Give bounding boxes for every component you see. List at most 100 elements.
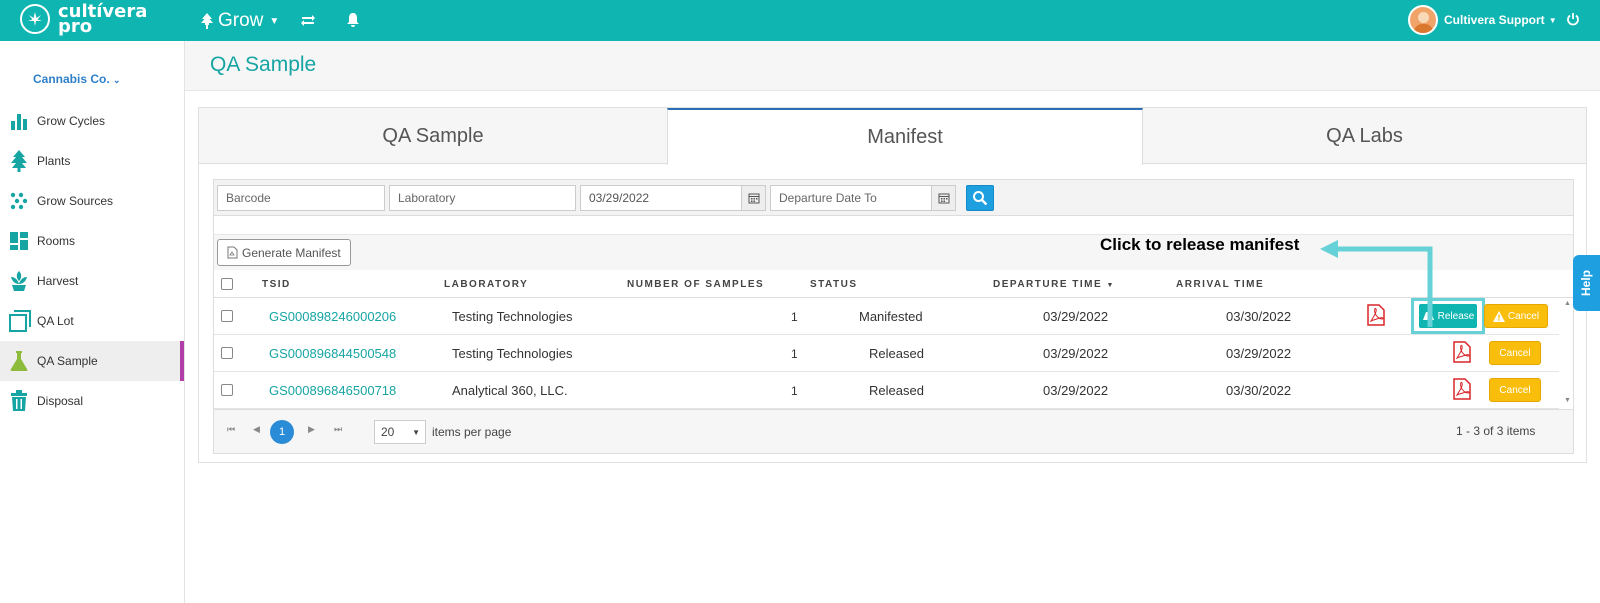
cancel-label: Cancel (1499, 384, 1531, 396)
sidebar-item-label: Disposal (37, 394, 84, 408)
sidebar-item-label: Grow Sources (37, 194, 114, 208)
sidebar-item-qa-sample[interactable]: QA Sample (0, 341, 184, 381)
barcode-filter[interactable]: Barcode (217, 185, 385, 211)
help-label: Help (1579, 269, 1594, 297)
company-selector[interactable]: Cannabis Co. ⌄ (33, 72, 121, 86)
cultivera-pro-logo[interactable]: cultívera pro (20, 3, 147, 36)
filter-bar: Barcode Laboratory 03/29/2022 Departure … (214, 180, 1573, 216)
header-departure-time-label: DEPARTURE TIME (993, 279, 1103, 290)
header-arrival-time[interactable]: ARRIVAL TIME (1176, 279, 1264, 290)
current-page-button[interactable]: 1 (270, 420, 294, 444)
tab-manifest[interactable]: Manifest (667, 108, 1143, 165)
annotation-label: Click to release manifest (1100, 235, 1300, 254)
cancel-label: Cancel (1499, 347, 1531, 359)
bell-icon[interactable] (346, 12, 362, 28)
laboratory-filter[interactable]: Laboratory (389, 185, 576, 211)
status-cell: Manifested (859, 309, 923, 324)
calendar-icon[interactable] (932, 185, 956, 211)
tsid-link[interactable]: GS000898246000206 (269, 309, 396, 324)
annotation-arrow-icon (1320, 240, 1433, 327)
sidebar-item-grow-sources[interactable]: Grow Sources (0, 181, 184, 221)
arrival-cell: 03/29/2022 (1226, 346, 1292, 361)
sidebar-item-plants[interactable]: Plants (0, 141, 184, 181)
power-icon[interactable] (1566, 12, 1582, 28)
select-all-checkbox[interactable] (221, 278, 233, 290)
chevron-down-icon: ▼ (269, 15, 280, 27)
pdf-icon[interactable] (1453, 378, 1471, 400)
cancel-button[interactable]: Cancel (1489, 378, 1541, 402)
search-button[interactable] (966, 185, 994, 211)
page-title: QA Sample (210, 53, 317, 76)
departure-cell: 03/29/2022 (1043, 346, 1109, 361)
avatar (1408, 5, 1438, 35)
tab-bar: QA Sample Manifest QA Labs (199, 108, 1586, 165)
pdf-icon[interactable] (1453, 341, 1471, 363)
table-row: GS000896844500548 Testing Technologies 1… (214, 335, 1559, 372)
row-checkbox[interactable] (221, 310, 233, 322)
departure-cell: 03/29/2022 (1043, 383, 1109, 398)
header-departure-time[interactable]: DEPARTURE TIME ▼ (993, 279, 1113, 290)
next-page-icon[interactable]: ▶ (308, 424, 315, 435)
row-checkbox[interactable] (221, 347, 233, 359)
sidebar-item-label: QA Lot (37, 314, 74, 328)
tsid-link[interactable]: GS000896846500718 (269, 383, 396, 398)
cannabis-leaf-icon (20, 4, 50, 34)
pdf-icon (227, 246, 238, 259)
departure-date-from-field[interactable]: 03/29/2022 (580, 185, 742, 211)
generate-manifest-label: Generate Manifest (242, 245, 341, 260)
cancel-button[interactable]: Cancel (1484, 304, 1548, 328)
page-size-value: 20 (381, 425, 395, 439)
stack-icon (9, 310, 31, 332)
arrival-cell: 03/30/2022 (1226, 309, 1292, 324)
items-per-page-label: items per page (432, 425, 512, 439)
sidebar-item-label: Rooms (37, 234, 76, 248)
chevron-down-icon: ⌄ (113, 75, 121, 85)
sidebar-item-qa-lot[interactable]: QA Lot (0, 301, 184, 341)
status-cell: Released (869, 346, 924, 361)
sidebar-item-grow-cycles[interactable]: Grow Cycles (0, 101, 184, 141)
rooms-grid-icon (10, 232, 28, 250)
header-tsid[interactable]: TSID (262, 279, 291, 290)
search-icon (973, 191, 988, 206)
laboratory-cell: Analytical 360, LLC. (452, 383, 568, 398)
switch-icon[interactable] (300, 12, 316, 28)
barcode-placeholder: Barcode (226, 191, 271, 205)
module-dropdown[interactable]: Grow ▼ (200, 10, 279, 32)
sidebar-item-disposal[interactable]: Disposal (0, 381, 184, 421)
bar-chart-icon (11, 114, 27, 130)
scroll-up-arrow[interactable]: ▲ (1564, 300, 1571, 307)
harvest-icon (11, 271, 27, 291)
header-number-of-samples[interactable]: NUMBER OF SAMPLES (627, 279, 764, 290)
tree-icon (201, 13, 213, 29)
status-cell: Released (869, 383, 924, 398)
sidebar-item-label: Harvest (37, 274, 79, 288)
laboratory-cell: Testing Technologies (452, 309, 573, 324)
header-laboratory[interactable]: LABORATORY (444, 279, 528, 290)
row-checkbox[interactable] (221, 384, 233, 396)
user-menu[interactable]: Cultivera Support ▼ (1408, 5, 1557, 35)
sidebar-item-harvest[interactable]: Harvest (0, 261, 184, 301)
departure-date-to-field[interactable]: Departure Date To (770, 185, 932, 211)
pager: ⏮ ◀ 1 ▶ ⏭ 20 ▼ items per page 1 - 3 of 3… (214, 409, 1573, 453)
tsid-link[interactable]: GS000896844500548 (269, 346, 396, 361)
last-page-icon[interactable]: ⏭ (334, 424, 342, 435)
brand-name: cultívera pro (58, 3, 147, 36)
generate-manifest-button[interactable]: Generate Manifest (217, 239, 351, 266)
tab-qa-sample[interactable]: QA Sample (199, 108, 667, 164)
chevron-down-icon: ▼ (412, 427, 420, 437)
help-tab[interactable]: Help (1573, 255, 1600, 311)
first-page-icon[interactable]: ⏮ (227, 424, 235, 435)
header-status[interactable]: STATUS (810, 279, 858, 290)
page-size-select[interactable]: 20 ▼ (374, 420, 426, 444)
tab-qa-labs[interactable]: QA Labs (1143, 108, 1586, 164)
company-name: Cannabis Co. (33, 72, 110, 86)
chevron-down-icon: ▼ (1548, 15, 1557, 25)
sidebar-item-rooms[interactable]: Rooms (0, 221, 184, 261)
cancel-button[interactable]: Cancel (1489, 341, 1541, 365)
calendar-icon[interactable] (742, 185, 766, 211)
departure-cell: 03/29/2022 (1043, 309, 1109, 324)
scroll-down-arrow[interactable]: ▼ (1564, 397, 1571, 404)
samples-cell: 1 (791, 310, 798, 324)
sort-desc-icon: ▼ (1106, 282, 1114, 289)
prev-page-icon[interactable]: ◀ (253, 424, 260, 435)
